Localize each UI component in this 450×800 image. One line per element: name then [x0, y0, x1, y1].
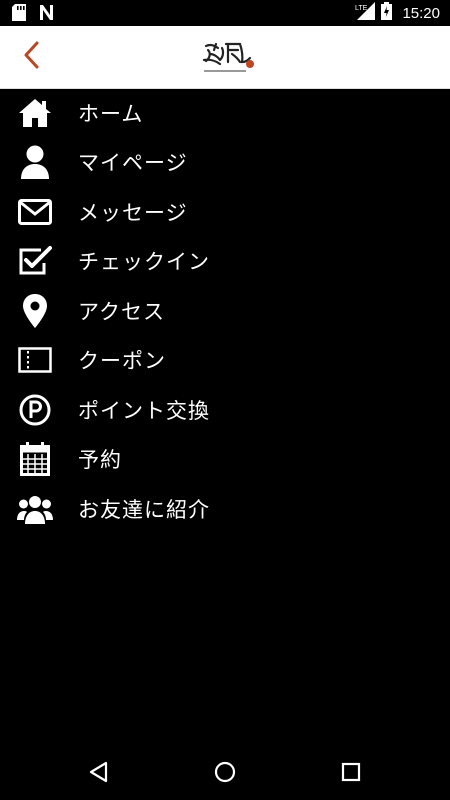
menu-item-label: ポイント交換: [78, 398, 210, 423]
status-bar: LTE 15:20: [0, 0, 450, 26]
chevron-left-icon: [22, 41, 40, 73]
menu-item-reservation[interactable]: 予約: [0, 435, 450, 485]
sd-card-icon: [12, 4, 26, 25]
users-icon: [17, 491, 53, 527]
user-icon: [17, 144, 53, 180]
ticket-icon: [17, 342, 53, 378]
menu-item-label: お友達に紹介: [78, 497, 210, 522]
menu-item-home[interactable]: ホーム: [0, 88, 450, 138]
menu-item-message[interactable]: メッセージ: [0, 187, 450, 237]
menu-item-label: 予約: [78, 448, 122, 473]
app-header: [0, 26, 450, 89]
menu-item-label: アクセス: [78, 299, 165, 324]
menu-item-mypage[interactable]: マイページ: [0, 138, 450, 188]
menu-item-checkin[interactable]: チェックイン: [0, 237, 450, 287]
status-left: [12, 4, 55, 25]
menu-item-coupon[interactable]: クーポン: [0, 336, 450, 386]
menu-item-invite-friends[interactable]: お友達に紹介: [0, 484, 450, 534]
calendar-icon: [17, 441, 53, 477]
lte-signal-icon: LTE: [355, 2, 376, 24]
menu-item-label: クーポン: [78, 349, 166, 374]
svg-text:LTE: LTE: [355, 5, 368, 12]
nav-back-button[interactable]: [84, 760, 112, 788]
checkbox-icon: [17, 243, 53, 279]
status-clock: 15:20: [402, 4, 440, 22]
nav-recents-button[interactable]: [337, 760, 365, 788]
brand-logo: [196, 36, 258, 78]
battery-charging-icon: [381, 2, 393, 24]
menu-item-points[interactable]: ポイント交換: [0, 385, 450, 435]
map-pin-icon: [17, 293, 53, 329]
status-right: LTE 15:20: [355, 0, 440, 26]
home-icon: [17, 95, 53, 131]
side-menu: ホーム マイページ メッセージ チェックイン アクセス クーポン ポイント交換 …: [0, 88, 450, 534]
menu-item-access[interactable]: アクセス: [0, 286, 450, 336]
system-nav-bar: [0, 748, 450, 800]
recents-square-icon: [341, 762, 361, 786]
menu-item-label: マイページ: [78, 151, 188, 176]
menu-item-label: メッセージ: [78, 200, 188, 225]
nav-home-button[interactable]: [211, 760, 239, 788]
back-triangle-icon: [88, 761, 108, 787]
menu-item-label: チェックイン: [78, 250, 210, 275]
n-app-icon: [38, 4, 55, 25]
menu-item-label: ホーム: [78, 101, 144, 126]
envelope-icon: [17, 194, 53, 230]
points-icon: [17, 392, 53, 428]
back-button[interactable]: [14, 40, 48, 74]
home-circle-icon: [214, 761, 236, 787]
